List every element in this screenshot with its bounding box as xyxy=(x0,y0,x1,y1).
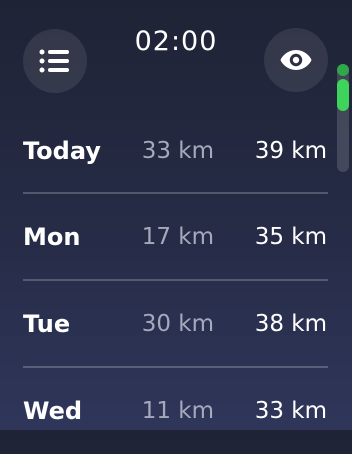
low-value: 33 km xyxy=(141,138,214,164)
view-toggle-button[interactable] xyxy=(264,28,328,92)
scrollbar-thumb[interactable] xyxy=(337,79,349,111)
low-value: 17 km xyxy=(141,224,214,250)
eye-icon xyxy=(280,50,312,70)
scroll-position-indicator xyxy=(337,64,349,76)
high-value: 38 km xyxy=(254,311,327,337)
high-value: 39 km xyxy=(254,138,327,164)
day-label: Today xyxy=(23,137,101,165)
forecast-row-mon[interactable]: Mon 17 km 35 km xyxy=(0,194,352,280)
low-value: 30 km xyxy=(141,311,214,337)
day-label: Tue xyxy=(23,310,71,338)
forecast-row-wed[interactable]: Wed 11 km 33 km xyxy=(0,368,352,454)
high-value: 35 km xyxy=(254,224,327,250)
high-value: 33 km xyxy=(254,398,327,424)
forecast-row-today[interactable]: Today 33 km 39 km xyxy=(0,108,352,194)
day-label: Wed xyxy=(23,397,83,425)
top-bar: 02:00 xyxy=(0,0,352,100)
forecast-row-tue[interactable]: Tue 30 km 38 km xyxy=(0,281,352,367)
day-label: Mon xyxy=(23,223,81,251)
low-value: 11 km xyxy=(141,398,214,424)
